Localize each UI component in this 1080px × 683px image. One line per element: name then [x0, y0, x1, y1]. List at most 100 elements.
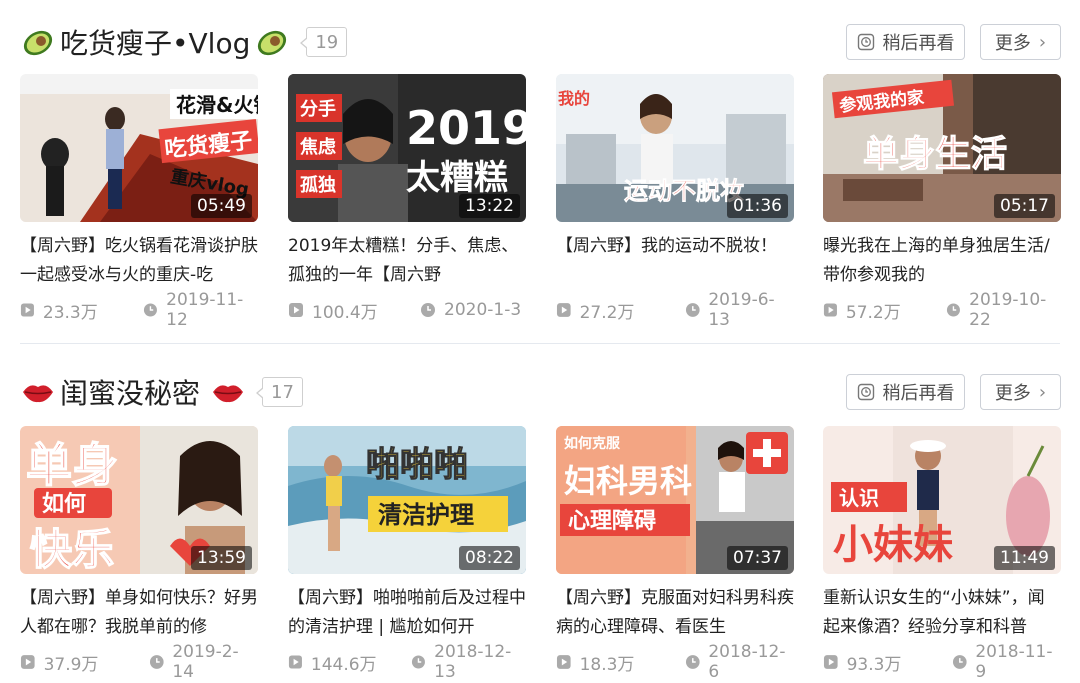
video-thumbnail[interactable]: 参观我的家 单身生活 05:17 [823, 74, 1061, 222]
lips-icon [210, 374, 246, 410]
video-card[interactable]: 分手 焦虑 孤独 2019 太糟糕 13:22 2019年太糟糕！分手、焦虑、孤… [288, 74, 526, 323]
clock-icon [421, 303, 435, 317]
play-count-icon [556, 303, 571, 317]
thumb-text: 单身生活 [863, 134, 1007, 175]
thumb-text: 太糟糕 [406, 158, 508, 198]
video-meta: 18.3万 2018-12-6 [556, 642, 794, 682]
thumb-text: 啪啪啪 [366, 445, 468, 485]
watch-later-button[interactable]: 稍后再看 [846, 24, 965, 60]
view-count: 23.3万 [42, 302, 98, 323]
thumb-text: 妇科男科 [564, 462, 692, 500]
view-count: 27.2万 [579, 302, 635, 323]
video-meta: 23.3万 2019-11-12 [20, 290, 258, 330]
view-count: 144.6万 [310, 654, 377, 675]
video-title[interactable]: 【周六野】克服面对妇科男科疾病的心理障碍、看医生 [556, 584, 794, 642]
video-duration: 11:49 [994, 546, 1055, 570]
video-count-badge: 19 [300, 27, 348, 57]
watch-later-label: 稍后再看 [882, 383, 955, 404]
video-count-badge: 17 [256, 377, 303, 407]
clock-icon [947, 303, 961, 317]
video-card[interactable]: 花滑&火锅 吃货瘦子 重庆vlog 05:49 【周六野】吃火锅看花滑谈护肤 一… [20, 74, 258, 330]
view-count: 100.4万 [312, 302, 378, 323]
thumb-text: 如何 [42, 491, 86, 517]
lips-icon [20, 374, 56, 410]
upload-date: 2019-10-22 [969, 290, 1047, 330]
video-duration: 07:37 [727, 546, 788, 570]
thumb-text: 焦虑 [299, 136, 336, 158]
video-meta: 100.4万 2020-1-3 [288, 298, 526, 323]
video-meta: 93.3万 2018-11-9 [823, 642, 1061, 682]
thumb-text: 孤独 [300, 174, 336, 196]
video-meta: 27.2万 2019-6-13 [556, 290, 794, 330]
video-card[interactable]: 参观我的家 单身生活 05:17 曝光我在上海的单身独居生活/带你参观我的 57… [823, 74, 1061, 330]
video-title[interactable]: 重新认识女生的“小妹妹”，闻起来像酒？经验分享和科普 [823, 584, 1061, 642]
thumb-text: 小妹妹 [833, 522, 953, 568]
watch-later-button[interactable]: 稍后再看 [846, 374, 965, 410]
avocado-icon [20, 24, 56, 60]
chevron-right-icon: › [1038, 31, 1047, 53]
video-meta: 57.2万 2019-10-22 [823, 290, 1061, 330]
more-label: 更多 [994, 383, 1031, 404]
view-count: 93.3万 [846, 654, 902, 675]
video-thumbnail[interactable]: 花滑&火锅 吃货瘦子 重庆vlog 05:49 [20, 74, 258, 222]
thumb-text: 我的 [558, 89, 590, 108]
video-title[interactable]: 【周六野】啪啪啪前后及过程中的清洁护理 | 尴尬如何开 [288, 584, 526, 642]
video-card[interactable]: 我的 运动不脱妆 01:36 【周六野】我的运动不脱妆！ 27.2万 2019-… [556, 74, 794, 330]
video-thumbnail[interactable]: 我的 运动不脱妆 01:36 [556, 74, 794, 222]
play-count-icon [823, 655, 838, 669]
more-label: 更多 [994, 33, 1031, 54]
video-thumbnail[interactable]: 分手 焦虑 孤独 2019 太糟糕 13:22 [288, 74, 526, 222]
thumb-text: 快乐 [30, 525, 114, 574]
section-title[interactable]: 吃货瘦子•Vlog [60, 22, 250, 62]
upload-date: 2020-1-3 [444, 300, 522, 320]
watch-later-icon [857, 383, 874, 401]
view-count: 18.3万 [579, 654, 635, 675]
clock-icon [149, 655, 164, 669]
section-header: 闺蜜没秘密 17 [20, 372, 303, 412]
play-count-icon [289, 303, 303, 317]
section-header: 吃货瘦子•Vlog 19 [20, 22, 348, 62]
chevron-right-icon: › [1038, 381, 1047, 403]
video-card[interactable]: 认识 小妹妹 11:49 重新认识女生的“小妹妹”，闻起来像酒？经验分享和科普 … [823, 426, 1061, 682]
upload-date: 2018-12-6 [708, 642, 786, 682]
thumb-text: 认识 [839, 486, 879, 510]
clock-icon [952, 655, 967, 669]
thumb-text: 2019 [406, 101, 526, 155]
view-count: 57.2万 [845, 302, 901, 323]
thumb-text: 如何克服 [564, 435, 621, 452]
upload-date: 2019-11-12 [166, 290, 244, 330]
video-thumbnail[interactable]: 认识 小妹妹 11:49 [823, 426, 1061, 574]
video-duration: 08:22 [459, 546, 520, 570]
watch-later-icon [857, 33, 874, 51]
play-count-icon [20, 655, 35, 669]
video-card[interactable]: 如何克服 妇科男科 心理障碍 07:37 【周六野】克服面对妇科男科疾病的心理障… [556, 426, 794, 682]
thumb-text: 运动不脱妆 [624, 177, 744, 205]
watch-later-label: 稍后再看 [882, 33, 955, 54]
upload-date: 2018-11-9 [975, 642, 1053, 682]
video-card[interactable]: 啪啪啪 清洁护理 08:22 【周六野】啪啪啪前后及过程中的清洁护理 | 尴尬如… [288, 426, 526, 682]
upload-date: 2019-2-14 [172, 642, 239, 682]
video-thumbnail[interactable]: 如何克服 妇科男科 心理障碍 07:37 [556, 426, 794, 574]
video-title[interactable]: 2019年太糟糕！分手、焦虑、孤独的一年【周六野 [288, 232, 526, 290]
video-duration: 13:59 [191, 546, 252, 570]
video-title[interactable]: 【周六野】我的运动不脱妆！ [556, 232, 794, 290]
video-meta: 37.9万 2019-2-14 [20, 642, 258, 682]
video-card[interactable]: 单身 如何 快乐 13:59 【周六野】单身如何快乐？好男人都在哪？我脱单前的修… [20, 426, 258, 682]
video-thumbnail[interactable]: 啪啪啪 清洁护理 08:22 [288, 426, 526, 574]
upload-date: 2019-6-13 [708, 290, 775, 330]
video-duration: 05:17 [994, 194, 1055, 218]
video-title[interactable]: 【周六野】吃火锅看花滑谈护肤 一起感受冰与火的重庆-吃 [20, 232, 258, 290]
video-duration: 05:49 [191, 194, 252, 218]
video-title[interactable]: 曝光我在上海的单身独居生活/带你参观我的 [823, 232, 1061, 290]
video-thumbnail[interactable]: 单身 如何 快乐 13:59 [20, 426, 258, 574]
upload-date: 2018-12-13 [434, 642, 512, 682]
play-count-icon [823, 303, 837, 317]
clock-icon [685, 303, 700, 317]
section-title[interactable]: 闺蜜没秘密 [60, 372, 200, 412]
clock-icon [144, 303, 158, 317]
clock-icon [412, 655, 426, 669]
more-button[interactable]: 更多 › [980, 24, 1061, 60]
more-button[interactable]: 更多 › [980, 374, 1061, 410]
video-title[interactable]: 【周六野】单身如何快乐？好男人都在哪？我脱单前的修 [20, 584, 258, 642]
video-duration: 13:22 [459, 194, 520, 218]
